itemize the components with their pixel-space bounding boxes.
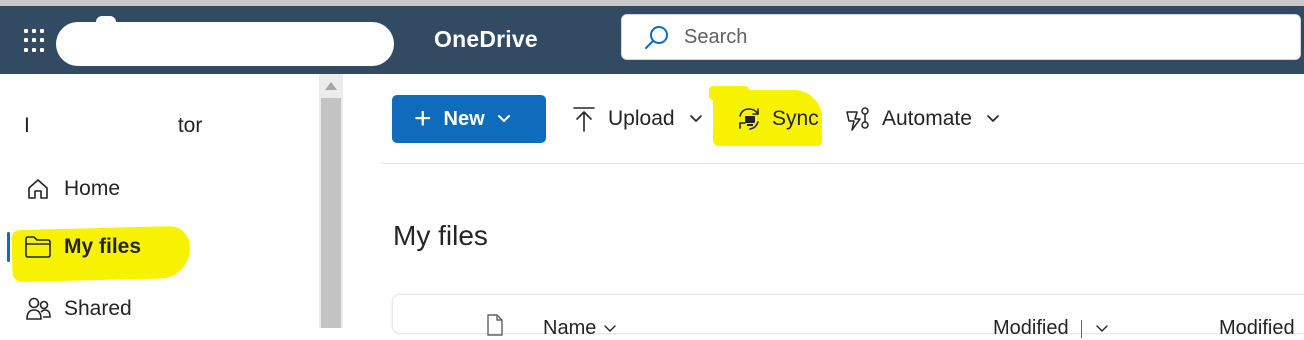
search-icon — [645, 26, 668, 49]
chevron-down-icon — [689, 115, 702, 122]
chevron-down-icon — [604, 324, 617, 332]
active-indicator — [7, 232, 10, 262]
automate-icon — [846, 107, 869, 131]
scroll-thumb[interactable] — [321, 98, 341, 328]
scroll-up-arrow[interactable] — [325, 82, 337, 90]
redacted-tenant-name — [56, 16, 394, 66]
command-bar: + New Upload Sync Automate — [381, 74, 1304, 164]
people-icon — [24, 295, 52, 323]
column-modified-by-label: Modified — [1219, 317, 1295, 339]
column-header-modified[interactable]: Modified — [993, 317, 1108, 340]
chevron-down-icon — [1095, 324, 1108, 332]
column-header-modified-by[interactable]: Modified — [1219, 317, 1295, 340]
sync-label: Sync — [772, 107, 819, 130]
nav-label-shared: Shared — [64, 297, 132, 320]
folder-icon — [24, 233, 52, 261]
file-type-icon[interactable] — [485, 313, 505, 337]
chevron-down-icon — [497, 115, 510, 122]
upload-label: Upload — [608, 107, 675, 130]
files-list: Name Modified Modified — [392, 294, 1304, 339]
chevron-down-icon — [987, 115, 999, 122]
user-name-prefix: I — [24, 114, 30, 137]
suite-header: OneDrive — [0, 6, 1304, 74]
sync-icon — [739, 108, 759, 130]
column-name-label: Name — [543, 317, 597, 339]
app-title[interactable]: OneDrive — [434, 26, 538, 53]
upload-button[interactable]: Upload — [572, 102, 703, 136]
user-name-suffix: tor — [177, 114, 203, 137]
new-button-label: New — [443, 107, 485, 130]
search-box[interactable] — [621, 14, 1301, 60]
page-title: My files — [393, 220, 488, 251]
nav-label-home: Home — [64, 177, 121, 200]
automate-button[interactable]: Automate — [844, 102, 1000, 136]
column-modified-label: Modified — [993, 317, 1069, 339]
waffle-icon[interactable] — [22, 27, 50, 55]
plus-icon: + — [414, 102, 432, 135]
sync-button[interactable]: Sync — [736, 102, 819, 136]
column-header-name[interactable]: Name — [543, 317, 617, 340]
home-icon — [24, 175, 52, 203]
user-name: Itor — [24, 114, 202, 138]
nav-item-home[interactable]: Home — [6, 160, 316, 218]
sidebar-scrollbar[interactable] — [319, 74, 343, 328]
nav-item-my-files[interactable]: My files — [6, 218, 316, 276]
upload-icon — [573, 107, 595, 132]
column-separator — [1080, 319, 1082, 338]
new-button[interactable]: + New — [392, 95, 546, 143]
nav-label-my-files: My files — [64, 235, 142, 258]
search-input[interactable] — [684, 25, 1244, 49]
nav-item-shared[interactable]: Shared — [6, 280, 316, 338]
automate-label: Automate — [882, 107, 972, 130]
